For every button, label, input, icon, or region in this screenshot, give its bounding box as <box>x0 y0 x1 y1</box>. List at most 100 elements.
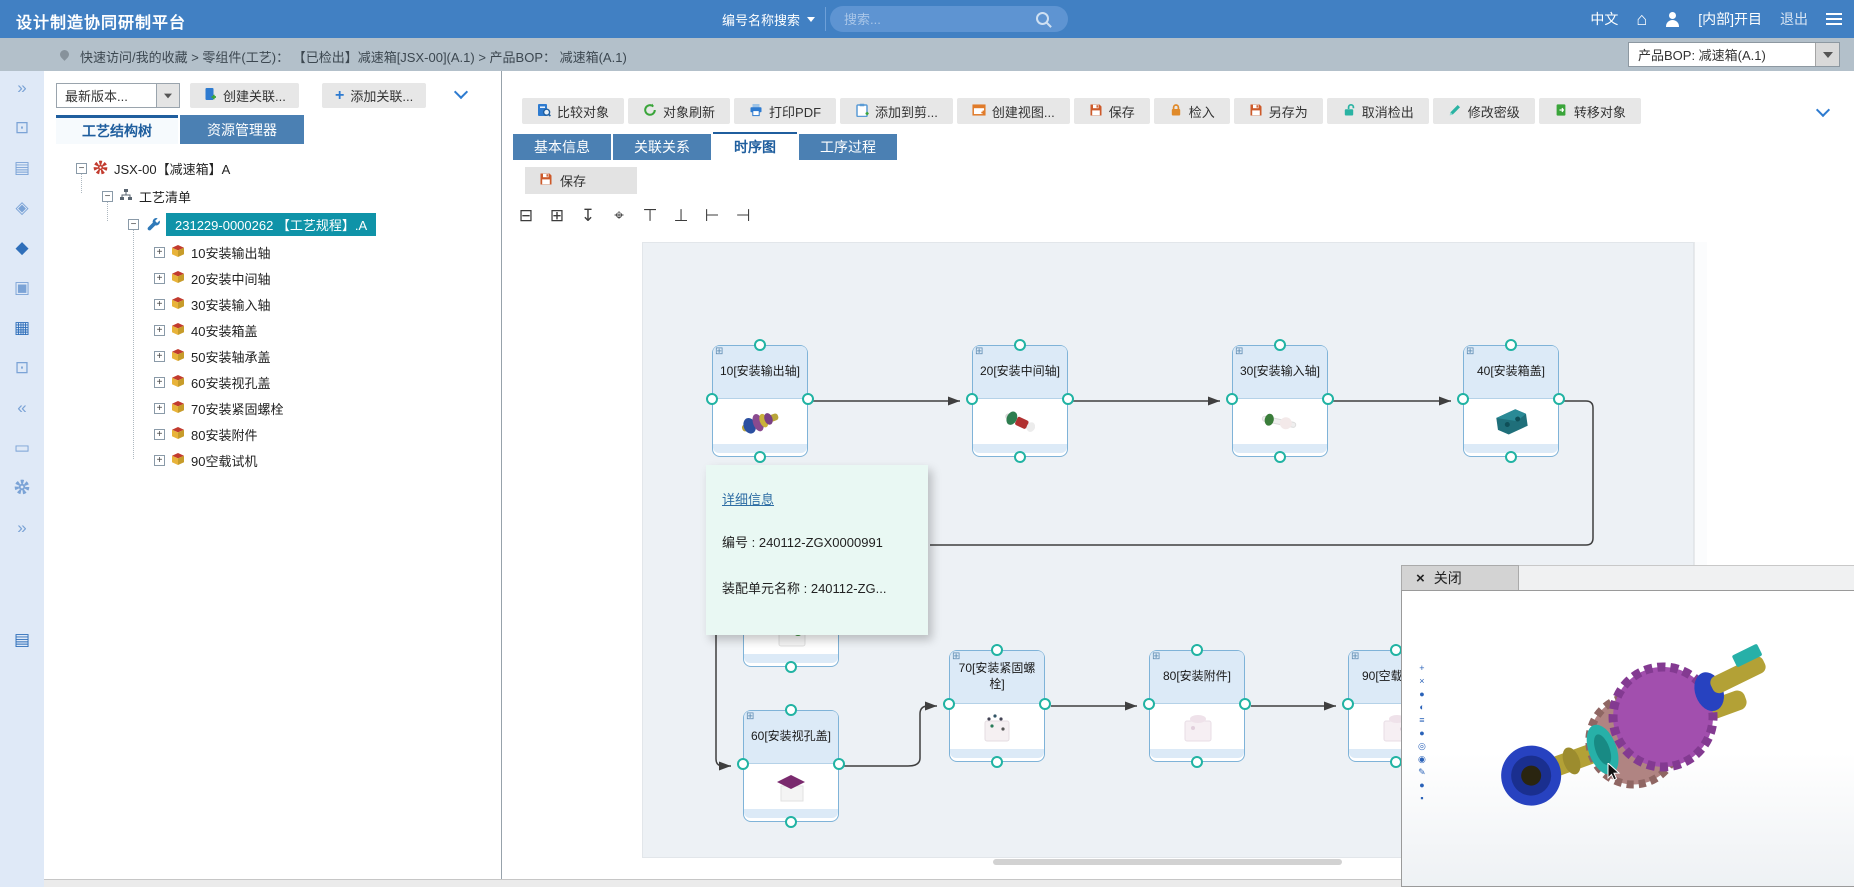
port[interactable] <box>1505 339 1517 351</box>
tab-relations[interactable]: 关联关系 <box>613 134 711 160</box>
cancel-checkout-button[interactable]: 取消检出 <box>1327 98 1429 124</box>
compare-object-button[interactable]: 比较对象 <box>522 98 624 124</box>
port[interactable] <box>754 339 766 351</box>
port[interactable] <box>785 661 797 673</box>
pan-icon[interactable]: + <box>1419 663 1424 674</box>
3d-model-gear-shaft[interactable] <box>1472 621 1802 851</box>
port[interactable] <box>991 644 1003 656</box>
expand-icon[interactable] <box>154 429 165 440</box>
language-switch[interactable]: 中文 <box>1590 9 1618 29</box>
port[interactable] <box>991 756 1003 768</box>
save-as-button[interactable]: 另存为 <box>1234 98 1323 124</box>
expand-icon[interactable] <box>154 273 165 284</box>
align-bottom-icon[interactable] <box>671 206 691 226</box>
port[interactable] <box>1274 339 1286 351</box>
zoom-window-icon[interactable]: × <box>1419 676 1424 687</box>
port[interactable] <box>1039 698 1051 710</box>
sphere-icon[interactable]: ● <box>1419 728 1424 739</box>
print-pdf-button[interactable]: 打印PDF <box>734 98 836 124</box>
check-in-button[interactable]: 检入 <box>1154 98 1230 124</box>
expand-icon[interactable] <box>154 403 165 414</box>
tree-row-operation[interactable]: 80安装附件 <box>154 425 257 444</box>
align-left-icon[interactable] <box>702 206 722 226</box>
align-right-icon[interactable] <box>733 206 753 226</box>
create-view-button[interactable]: 创建视图... <box>957 98 1070 124</box>
port[interactable] <box>1014 339 1026 351</box>
chevrons-right-icon[interactable] <box>0 79 44 96</box>
port[interactable] <box>1226 393 1238 405</box>
tree-row-operation[interactable]: 90空载试机 <box>154 451 257 470</box>
detail-info-link[interactable]: 详细信息 <box>722 492 774 507</box>
chevrons-left-icon[interactable] <box>0 399 44 416</box>
tree-row-operation[interactable]: 30安装输入轴 <box>154 295 270 314</box>
canvas-horizontal-scrollbar-thumb[interactable] <box>993 859 1342 865</box>
port[interactable] <box>1553 393 1565 405</box>
port[interactable] <box>1322 393 1334 405</box>
locate-icon[interactable] <box>609 206 629 226</box>
modify-security-button[interactable]: 修改密级 <box>1433 98 1535 124</box>
port[interactable] <box>1457 393 1469 405</box>
board-icon[interactable] <box>0 439 44 456</box>
port[interactable] <box>785 816 797 828</box>
global-search-input[interactable] <box>830 6 1068 32</box>
port[interactable] <box>1274 451 1286 463</box>
port[interactable] <box>1014 451 1026 463</box>
annotate-icon[interactable]: ✎ <box>1418 767 1426 778</box>
tree-row-operation[interactable]: 70安装紧固螺栓 <box>154 399 283 418</box>
tree-row-operation[interactable]: 50安装轴承盖 <box>154 347 270 366</box>
list-icon[interactable] <box>0 631 44 648</box>
user-avatar-icon[interactable] <box>1665 12 1680 27</box>
version-filter-dropdown[interactable]: 最新版本... <box>56 83 180 108</box>
port[interactable] <box>1143 698 1155 710</box>
bop-selector-dropdown[interactable]: 产品BOP: 减速箱(A.1) <box>1628 42 1840 67</box>
search-category-dropdown[interactable]: 编号名称搜索 <box>712 7 826 31</box>
port[interactable] <box>737 758 749 770</box>
orbit-icon[interactable]: ● <box>1419 780 1424 791</box>
process-node-40[interactable]: 40[安装箱盖] <box>1463 345 1559 457</box>
expand-icon[interactable] <box>154 377 165 388</box>
expand-icon[interactable] <box>154 325 165 336</box>
chevron-down-icon[interactable] <box>454 85 468 99</box>
logout-button[interactable]: 退出 <box>1780 9 1808 29</box>
shade-icon[interactable]: ◐ <box>1419 702 1424 713</box>
expand-icon[interactable] <box>154 455 165 466</box>
menu-icon[interactable] <box>1826 18 1842 20</box>
tree-row-operation[interactable]: 10安装输出轴 <box>154 243 270 262</box>
search-icon[interactable] <box>1036 12 1049 25</box>
expand-icon[interactable] <box>154 351 165 362</box>
copies-icon[interactable] <box>0 279 44 296</box>
settings-icon[interactable]: ◉ <box>1418 754 1426 765</box>
port[interactable] <box>1191 756 1203 768</box>
port[interactable] <box>706 393 718 405</box>
process-node-30[interactable]: 30[安装输入轴] <box>1232 345 1328 457</box>
box3d-icon[interactable] <box>0 199 44 216</box>
port[interactable] <box>1342 698 1354 710</box>
tree-row-process-selected[interactable]: 231229-0000262 【工艺规程】.A <box>128 213 376 236</box>
tree-row-operation[interactable]: 20安装中间轴 <box>154 269 270 288</box>
expand-icon[interactable] <box>154 247 165 258</box>
port[interactable] <box>1062 393 1074 405</box>
tab-operation-process[interactable]: 工序过程 <box>799 134 897 160</box>
tree-row-root[interactable]: JSX-00【减速箱】A <box>76 159 230 178</box>
target-icon[interactable]: ◎ <box>1418 741 1426 752</box>
tab-process-structure-tree[interactable]: 工艺结构树 <box>56 115 178 144</box>
document-icon[interactable] <box>0 159 44 176</box>
port[interactable] <box>785 704 797 716</box>
align-top-icon[interactable] <box>640 206 660 226</box>
tree-row-process-list[interactable]: 工艺清单 <box>102 187 191 206</box>
box-icon[interactable]: ▪ <box>1420 793 1423 804</box>
process-node-70[interactable]: 70[安装紧固螺栓] <box>949 650 1045 762</box>
layers-icon[interactable]: ≡ <box>1419 715 1424 726</box>
collapse-icon[interactable] <box>128 219 139 230</box>
save-button[interactable]: 保存 <box>1074 98 1150 124</box>
zoom-in-icon[interactable] <box>547 206 567 226</box>
port[interactable] <box>802 393 814 405</box>
chevron-down-icon[interactable] <box>1816 103 1830 117</box>
process-node-80[interactable]: 80[安装附件] <box>1149 650 1245 762</box>
home-icon[interactable]: ⌂ <box>1636 10 1647 28</box>
port[interactable] <box>1505 451 1517 463</box>
preview-viewport[interactable]: + × ● ◐ ≡ ● ◎ ◉ ✎ ● ▪ <box>1401 590 1854 887</box>
cube-icon[interactable] <box>0 239 44 256</box>
collapse-icon[interactable] <box>102 191 113 202</box>
add-to-clipboard-button[interactable]: 添加到剪... <box>840 98 953 124</box>
